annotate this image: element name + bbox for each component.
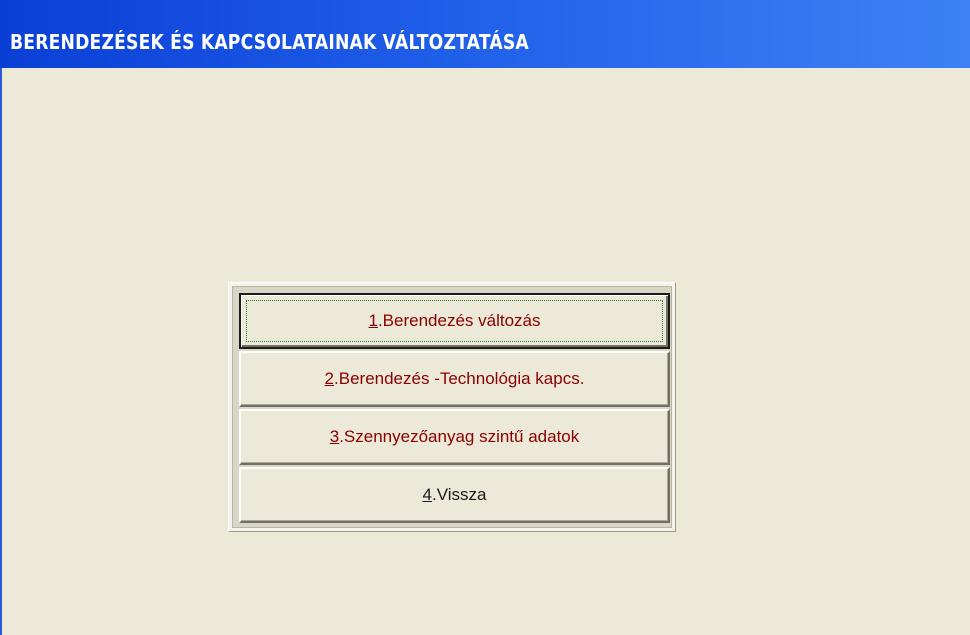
title-bar: BERENDEZÉSEK ÉS KAPCSOLATAINAK VÁLTOZTAT… bbox=[0, 0, 970, 68]
back-button[interactable]: 4 .Vissza bbox=[239, 467, 670, 523]
equipment-technology-link-label: .Berendezés -Technológia kapcs. bbox=[334, 369, 585, 388]
menu-panel: 1 .Berendezés változás 2 .Berendezés -Tech… bbox=[228, 282, 676, 532]
equipment-change-button[interactable]: 1 .Berendezés változás bbox=[239, 293, 670, 349]
window-title: BERENDEZÉSEK ÉS KAPCSOLATAINAK VÁLTOZTAT… bbox=[10, 30, 529, 54]
hotkey-3: 3 bbox=[329, 427, 340, 446]
hotkey-2: 2 bbox=[324, 369, 335, 388]
hotkey-4: 4 bbox=[422, 485, 432, 504]
equipment-technology-link-button[interactable]: 2 .Berendezés -Technológia kapcs. bbox=[239, 351, 670, 407]
window-left-border bbox=[0, 68, 2, 635]
hotkey-1: 1 bbox=[368, 311, 378, 330]
menu-button-group: 1 .Berendezés változás 2 .Berendezés -Tech… bbox=[232, 286, 672, 528]
back-label: .Vissza bbox=[431, 485, 487, 504]
pollutant-level-data-button[interactable]: 3 .Szennyezőanyag szintű adatok bbox=[239, 409, 670, 465]
application-window: BERENDEZÉSEK ÉS KAPCSOLATAINAK VÁLTOZTAT… bbox=[0, 0, 970, 635]
pollutant-level-data-label: .Szennyezőanyag szintű adatok bbox=[339, 427, 580, 446]
equipment-change-label: .Berendezés változás bbox=[377, 311, 541, 330]
